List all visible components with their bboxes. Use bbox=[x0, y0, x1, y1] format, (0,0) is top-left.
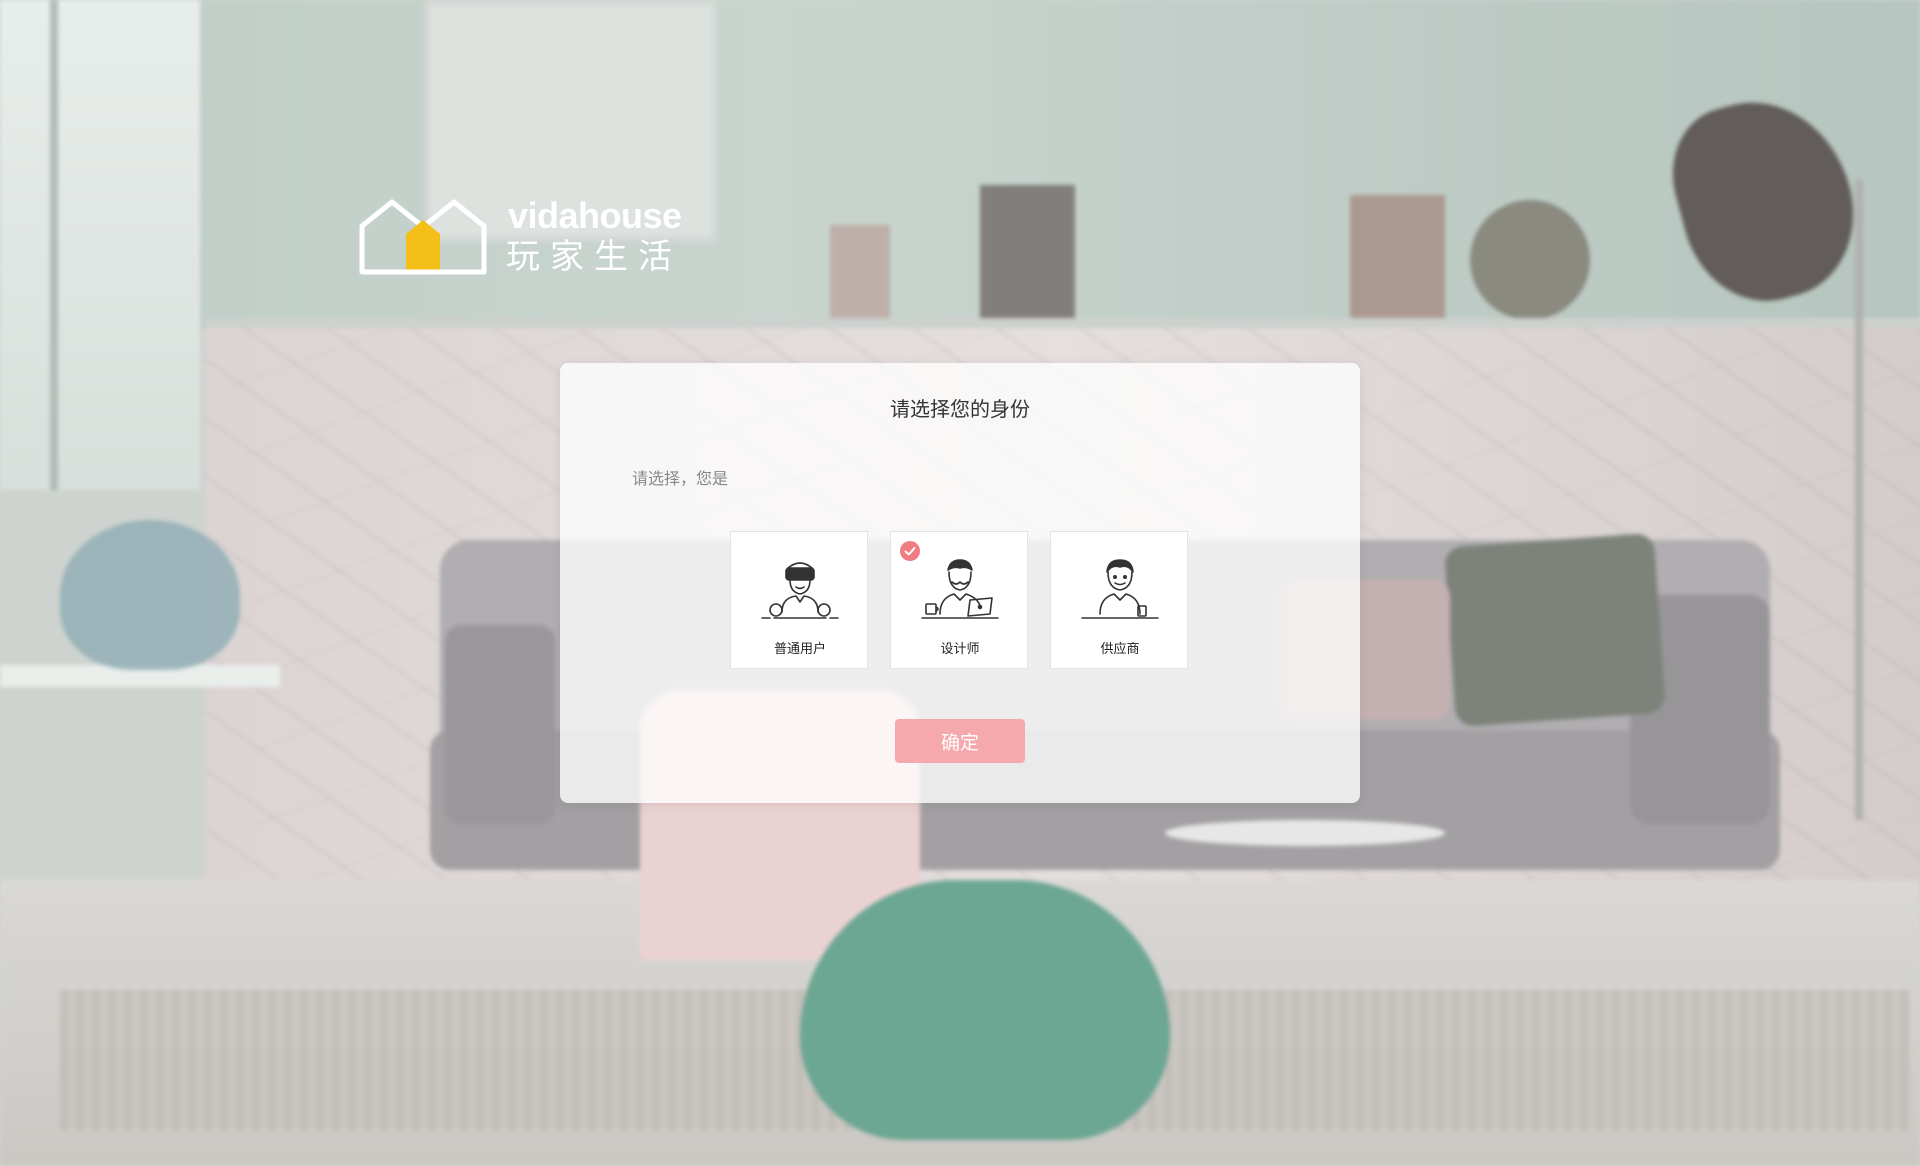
confirm-button[interactable]: 确定 bbox=[895, 719, 1025, 763]
logo-cn-name: 玩家生活 bbox=[506, 237, 682, 277]
logo: vidahouse 玩家生活 bbox=[358, 196, 688, 286]
page: vidahouse 玩家生活 请选择您的身份 请选择，您是 普通用户 设计师 供… bbox=[0, 0, 1920, 1166]
identity-options: 普通用户 设计师 供应商 bbox=[730, 531, 1190, 671]
user-vr-avatar-icon bbox=[761, 562, 839, 619]
dialog-title: 请选择您的身份 bbox=[890, 397, 1030, 421]
identity-dialog: 请选择您的身份 请选择，您是 普通用户 设计师 供应商 确定 bbox=[560, 363, 1360, 803]
option-label: 普通用户 bbox=[773, 642, 826, 657]
designer-laptop-avatar-icon bbox=[921, 559, 999, 619]
option-supplier[interactable]: 供应商 bbox=[1050, 531, 1188, 669]
dialog-prompt: 请选择，您是 bbox=[632, 469, 729, 488]
logo-wordmark: vidahouse bbox=[508, 195, 682, 236]
selected-check-icon bbox=[900, 541, 920, 561]
option-regular-user[interactable]: 普通用户 bbox=[730, 531, 868, 669]
house-logo-icon bbox=[359, 199, 487, 275]
supplier-avatar-icon bbox=[1081, 559, 1159, 619]
option-designer[interactable]: 设计师 bbox=[890, 531, 1028, 669]
option-label: 供应商 bbox=[1100, 642, 1140, 657]
option-label: 设计师 bbox=[940, 642, 980, 657]
